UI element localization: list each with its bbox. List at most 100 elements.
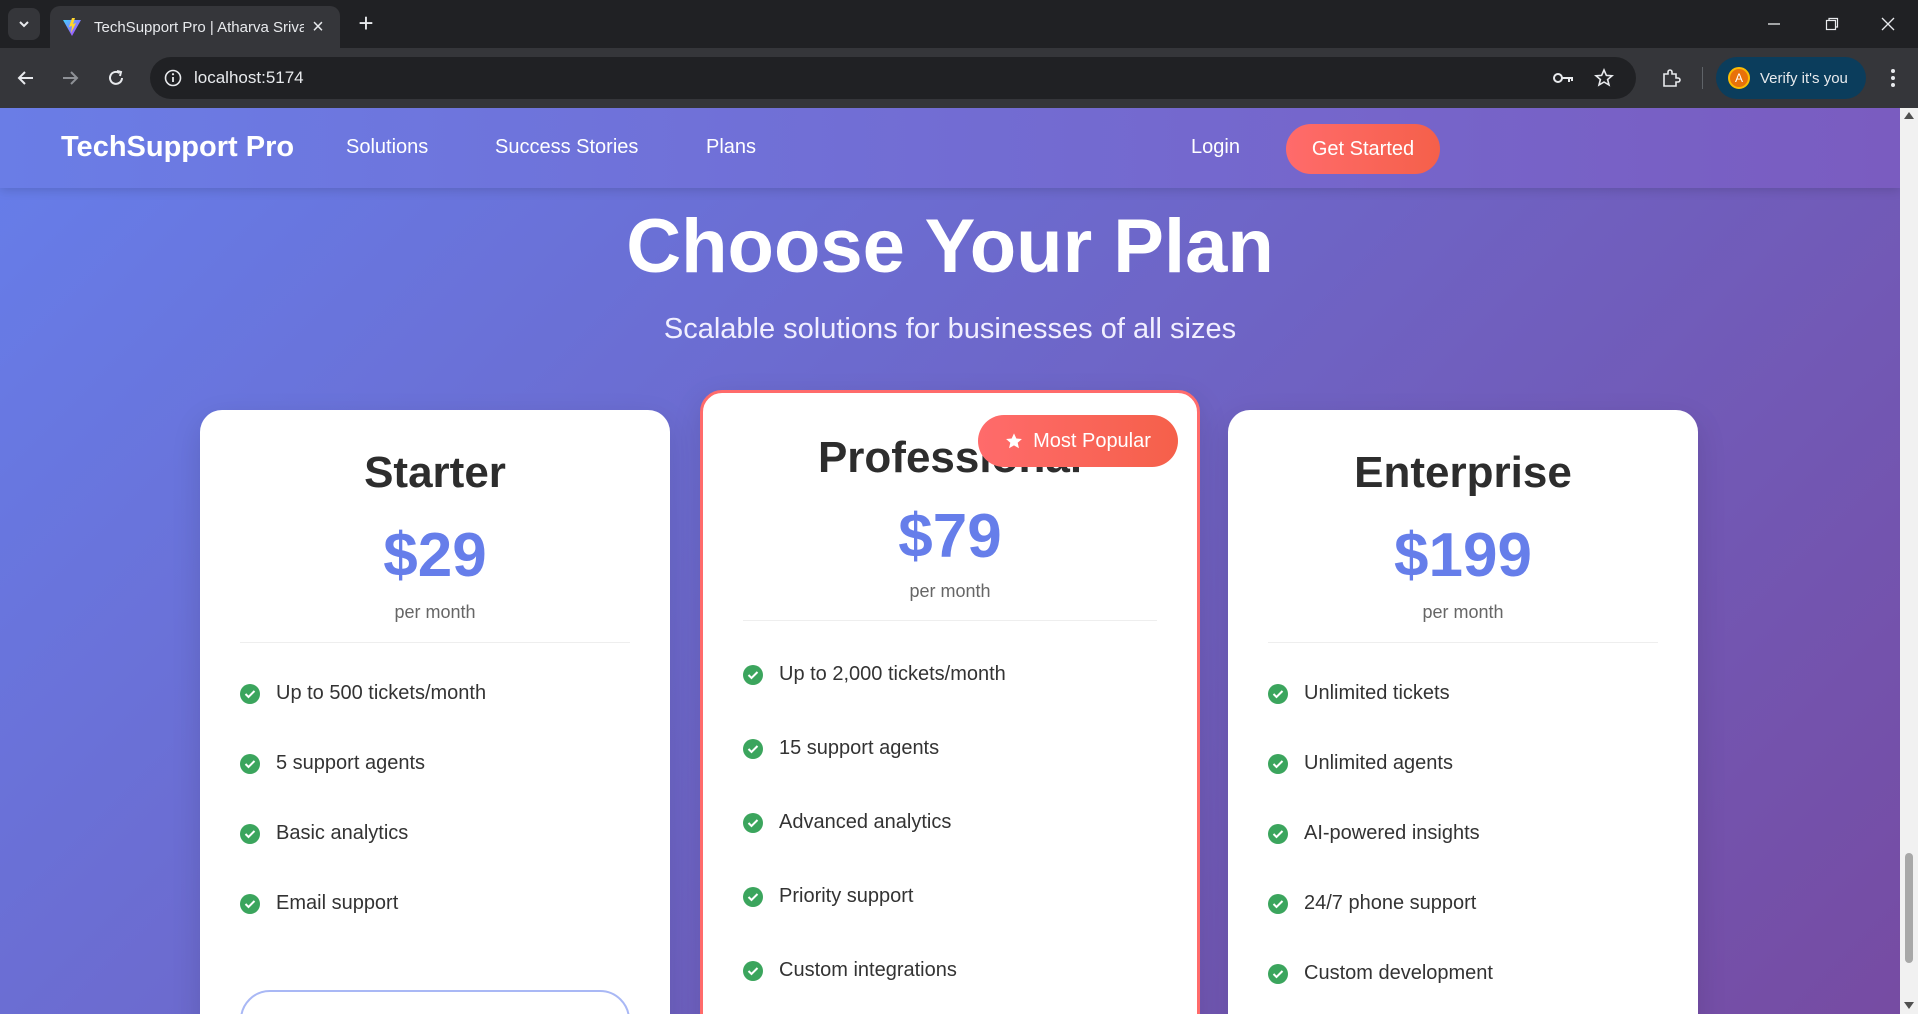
feature-item: Email support [240, 892, 398, 915]
scroll-down-arrow-icon[interactable] [1904, 1002, 1914, 1009]
feature-text: 15 support agents [779, 737, 940, 759]
feature-item: 15 support agents [743, 737, 939, 760]
password-key-icon[interactable] [1552, 66, 1576, 90]
get-started-button[interactable]: Get Started [1286, 124, 1440, 174]
plan-divider [1268, 642, 1658, 643]
tab-title: TechSupport Pro | Atharva Srivastava [94, 18, 304, 36]
restore-button[interactable] [1810, 6, 1854, 42]
nav-link-plans[interactable]: Plans [706, 136, 756, 159]
plan-card-professional: Professional $79 per month Up to 2,000 t… [700, 390, 1200, 1014]
nav-link-solutions[interactable]: Solutions [346, 136, 428, 159]
feature-text: 5 support agents [276, 752, 425, 774]
minimize-button[interactable] [1752, 6, 1796, 42]
feature-text: Priority support [779, 885, 914, 907]
plan-divider [240, 642, 630, 643]
plan-price: $199 [1394, 521, 1532, 590]
extensions-button[interactable] [1656, 63, 1686, 93]
toolbar-divider [1702, 67, 1703, 89]
address-bar[interactable]: localhost:5174 [150, 57, 1636, 99]
feature-text: Basic analytics [276, 822, 409, 844]
nav-link-success-stories[interactable]: Success Stories [495, 136, 638, 159]
avatar: A [1728, 67, 1750, 89]
plan-period: per month [909, 581, 991, 601]
arrow-right-icon [63, 71, 79, 85]
feature-item: Unlimited agents [1268, 752, 1453, 775]
reload-button[interactable] [100, 62, 132, 94]
plan-period: per month [394, 602, 476, 622]
more-vertical-icon [1891, 69, 1895, 87]
check-icon [743, 886, 763, 907]
plan-card-enterprise: Enterprise $199 per month Unlimited tick… [1228, 410, 1698, 1014]
page-viewport: TechSupport Pro Solutions Success Storie… [0, 108, 1918, 1014]
plan-name: Enterprise [1354, 448, 1572, 497]
check-icon [743, 960, 763, 981]
check-icon [1268, 963, 1288, 984]
forward-button[interactable] [54, 62, 86, 94]
bookmark-star-icon[interactable] [1592, 66, 1616, 90]
check-icon [743, 812, 763, 833]
scroll-up-arrow-icon[interactable] [1904, 112, 1914, 119]
check-icon [1268, 893, 1288, 914]
feature-item: Up to 2,000 tickets/month [743, 663, 1006, 686]
feature-text: Up to 500 tickets/month [276, 682, 487, 704]
check-icon [1268, 823, 1288, 844]
star-icon [1006, 433, 1022, 449]
feature-text: Unlimited tickets [1304, 682, 1450, 704]
feature-text: Custom development [1304, 962, 1493, 984]
site-header: TechSupport Pro Solutions Success Storie… [0, 108, 1900, 188]
back-button[interactable] [10, 62, 42, 94]
plan-card-starter: Starter $29 per month Up to 500 tickets/… [200, 410, 670, 1014]
check-icon [240, 753, 260, 774]
new-tab-icon[interactable]: + [352, 10, 380, 38]
feature-item: Basic analytics [240, 822, 408, 845]
feature-item: Custom integrations [743, 959, 957, 982]
browser-menu-button[interactable] [1878, 62, 1908, 94]
feature-text: Email support [276, 892, 399, 914]
page-scrollbar[interactable] [1900, 108, 1918, 1014]
feature-text: Unlimited agents [1304, 752, 1453, 774]
feature-item: Custom development [1268, 962, 1493, 985]
feature-text: Up to 2,000 tickets/month [779, 663, 1006, 685]
plan-period: per month [1422, 602, 1504, 622]
puzzle-icon [1663, 69, 1681, 87]
plan-price: $29 [383, 521, 487, 590]
feature-item: 5 support agents [240, 752, 425, 775]
check-icon [743, 664, 763, 685]
check-icon [240, 683, 260, 704]
restore-icon [1825, 17, 1839, 31]
brand-logo[interactable]: TechSupport Pro [61, 131, 294, 164]
close-window-button[interactable] [1866, 6, 1910, 42]
badge-label: Most Popular [1033, 429, 1151, 452]
browser-toolbar: localhost:5174 A Verify it's you [0, 48, 1918, 108]
minimize-icon [1768, 23, 1780, 25]
check-icon [1268, 753, 1288, 774]
feature-text: AI-powered insights [1304, 822, 1480, 844]
arrow-left-icon [17, 71, 33, 85]
close-tab-icon[interactable]: × [308, 16, 328, 39]
profile-label: Verify it's you [1760, 69, 1848, 87]
feature-item: AI-powered insights [1268, 822, 1480, 845]
feature-item: Unlimited tickets [1268, 682, 1450, 705]
site-info-icon[interactable] [164, 69, 182, 87]
feature-text: Custom integrations [779, 959, 957, 981]
check-icon [743, 738, 763, 759]
most-popular-badge: Most Popular [978, 415, 1178, 467]
tab-search-button[interactable] [8, 8, 40, 40]
vite-logo-icon [63, 18, 81, 36]
url-text: localhost:5174 [194, 68, 304, 87]
profile-button[interactable]: A Verify it's you [1716, 57, 1866, 99]
select-plan-button[interactable] [240, 990, 630, 1014]
feature-item: Up to 500 tickets/month [240, 682, 486, 705]
plan-name: Starter [364, 448, 506, 497]
feature-item: Advanced analytics [743, 811, 951, 834]
scrollbar-thumb[interactable] [1905, 853, 1913, 963]
feature-text: 24/7 phone support [1304, 892, 1477, 914]
check-icon [240, 823, 260, 844]
check-icon [1268, 683, 1288, 704]
browser-tab[interactable]: TechSupport Pro | Atharva Srivastava × [50, 6, 340, 48]
chevron-down-icon [19, 21, 29, 28]
login-link[interactable]: Login [1191, 136, 1240, 159]
feature-item: Priority support [743, 885, 914, 908]
reload-icon [109, 70, 123, 85]
browser-tab-bar: TechSupport Pro | Atharva Srivastava × + [0, 0, 1918, 48]
